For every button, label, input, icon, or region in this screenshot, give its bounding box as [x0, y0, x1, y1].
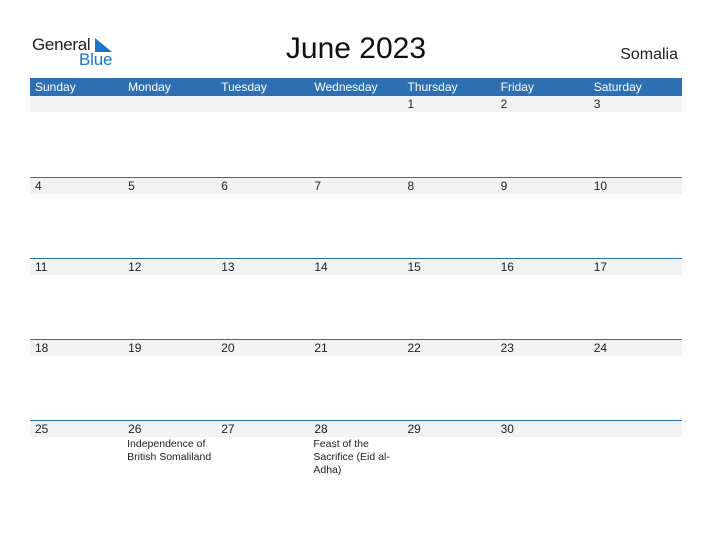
day-number: 18 — [35, 341, 49, 355]
day-number: 29 — [407, 422, 421, 436]
events-row — [30, 356, 682, 357]
day-number: 13 — [221, 260, 235, 274]
day-number: 2 — [500, 97, 508, 111]
holiday-event — [30, 356, 123, 357]
holiday-event — [216, 437, 309, 477]
day-number: 30 — [500, 422, 514, 436]
holiday-event — [30, 275, 123, 276]
week-row: 25 26 27 28 29 30 Independence of British Soma… — [30, 420, 682, 501]
week-row: 1 2 3 — [30, 96, 682, 177]
day-number-row: 25 26 27 28 29 30 — [30, 421, 682, 437]
day-number: 7 — [314, 179, 322, 193]
holiday-event — [496, 194, 589, 195]
day-number: 23 — [500, 341, 514, 355]
holiday-event — [123, 356, 216, 357]
holiday-event — [403, 356, 496, 357]
day-number: 22 — [407, 341, 421, 355]
events-row — [30, 112, 682, 113]
page-title: June 2023 — [285, 32, 427, 65]
holiday-event — [496, 437, 589, 477]
weekday-friday: Friday — [500, 80, 534, 94]
weekday-wednesday: Wednesday — [314, 80, 378, 94]
day-number: 26 — [128, 422, 142, 436]
day-number — [216, 96, 309, 112]
holiday-event — [30, 112, 123, 113]
week-row: 11 12 13 14 15 16 17 — [30, 258, 682, 339]
holiday-event — [403, 437, 496, 477]
day-number: 6 — [221, 179, 228, 193]
day-number: 27 — [221, 422, 235, 436]
day-number: 15 — [407, 260, 421, 274]
day-number-row: 4 5 6 7 8 9 10 — [30, 178, 682, 194]
day-number: 28 — [314, 422, 328, 436]
weekday-monday: Monday — [128, 80, 171, 94]
day-number: 20 — [221, 341, 235, 355]
day-number: 16 — [500, 260, 514, 274]
week-row: 18 19 20 21 22 23 24 — [30, 339, 682, 420]
holiday-event — [309, 356, 402, 357]
day-number: 1 — [407, 97, 415, 111]
holiday-event — [589, 437, 682, 477]
day-number: 11 — [35, 260, 48, 274]
day-number: 25 — [35, 422, 49, 436]
day-number: 12 — [128, 260, 142, 274]
weekday-tuesday: Tuesday — [221, 80, 267, 94]
holiday-event — [123, 112, 216, 113]
weekday-header: Sunday Monday Tuesday Wednesday Thursday… — [30, 78, 682, 96]
day-number: 17 — [593, 260, 608, 274]
holiday-event: Feast of the Sacrifice (Eid al-Adha) — [313, 438, 390, 476]
day-number — [589, 421, 682, 437]
holiday-event — [403, 275, 496, 276]
holiday-event — [30, 437, 123, 477]
day-number: 5 — [128, 179, 135, 193]
day-number — [309, 96, 402, 112]
holiday-event — [30, 194, 123, 195]
holiday-event — [496, 356, 589, 357]
holiday-event — [309, 275, 402, 276]
holiday-event — [403, 112, 496, 113]
holiday-event — [496, 112, 589, 113]
holiday-event — [216, 194, 309, 195]
holiday-event — [589, 275, 682, 276]
holiday-event — [589, 356, 682, 357]
day-number: 24 — [593, 341, 608, 355]
day-number: 10 — [593, 179, 608, 193]
weeks-container: 1 2 3 4 5 6 7 8 9 10 11 12 13 14 15 16 17 18 19 20 21 22 23 24 2… — [30, 96, 682, 501]
day-number-row: 18 19 20 21 22 23 24 — [30, 340, 682, 356]
day-number-row: 1 2 3 — [30, 96, 682, 112]
holiday-event — [589, 194, 682, 195]
country-label: Somalia — [620, 46, 678, 63]
holiday-event — [216, 356, 309, 357]
day-number: 9 — [500, 179, 508, 193]
holiday-event — [496, 275, 589, 276]
holiday-event — [589, 112, 682, 113]
day-number-row: 11 12 13 14 15 16 17 — [30, 259, 682, 275]
events-row: Independence of British Somaliland Feast … — [30, 437, 682, 477]
holiday-event — [309, 194, 402, 195]
holiday-event — [123, 275, 216, 276]
holiday-event — [309, 112, 402, 113]
day-number — [123, 96, 216, 112]
events-row — [30, 194, 682, 195]
holiday-event — [403, 194, 496, 195]
events-row — [30, 275, 682, 276]
weekday-saturday: Saturday — [593, 80, 642, 94]
holiday-event — [216, 275, 309, 276]
day-number: 21 — [314, 341, 328, 355]
day-number: 4 — [35, 179, 42, 193]
holiday-event: Independence of British Somaliland — [127, 438, 212, 463]
calendar-grid: Sunday Monday Tuesday Wednesday Thursday… — [30, 78, 682, 501]
holiday-event — [216, 112, 309, 113]
day-number: 8 — [407, 179, 415, 193]
day-number — [30, 96, 123, 112]
weekday-thursday: Thursday — [407, 80, 458, 94]
week-row: 4 5 6 7 8 9 10 — [30, 177, 682, 258]
day-number: 3 — [593, 97, 601, 111]
holiday-event — [123, 194, 216, 195]
weekday-sunday: Sunday — [35, 80, 76, 94]
day-number: 14 — [314, 260, 328, 274]
day-number: 19 — [128, 341, 142, 355]
